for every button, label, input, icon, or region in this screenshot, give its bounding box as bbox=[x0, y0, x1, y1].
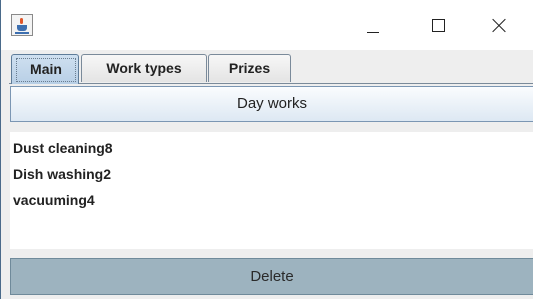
tab-work-types[interactable]: Work types bbox=[81, 54, 207, 82]
delete-button[interactable]: Delete bbox=[10, 258, 533, 295]
list-item[interactable]: Dish washing2 bbox=[13, 164, 111, 184]
list-item[interactable]: Dust cleaning8 bbox=[13, 138, 113, 158]
cup-shape bbox=[17, 25, 27, 31]
steam-shape bbox=[20, 18, 23, 24]
app-window: Main Work types Prizes Day works Dust cl… bbox=[0, 0, 533, 299]
maximize-button[interactable] bbox=[416, 0, 462, 50]
day-works-button[interactable]: Day works bbox=[10, 86, 533, 122]
tab-main-label: Main bbox=[16, 58, 76, 82]
maximize-icon bbox=[432, 19, 445, 32]
day-works-list[interactable]: Dust cleaning8 Dish washing2 vacuuming4 bbox=[10, 132, 533, 249]
tab-main[interactable]: Main bbox=[11, 54, 79, 84]
minimize-button[interactable] bbox=[350, 0, 396, 50]
java-app-icon[interactable] bbox=[11, 14, 33, 36]
title-bar[interactable] bbox=[1, 0, 533, 50]
list-item[interactable]: vacuuming4 bbox=[13, 190, 95, 210]
plate-shape bbox=[15, 32, 29, 34]
minimize-icon bbox=[367, 32, 379, 33]
close-button[interactable] bbox=[476, 0, 522, 50]
tab-prizes[interactable]: Prizes bbox=[208, 54, 291, 82]
